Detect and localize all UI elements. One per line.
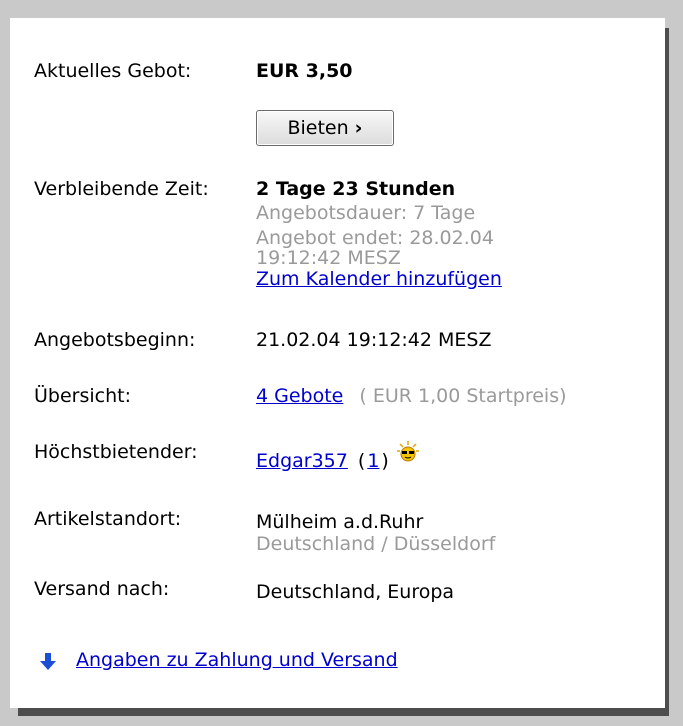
auction-end-line2: 19:12:42 MESZ	[256, 247, 401, 269]
auction-duration: Angebotsdauer: 7 Tage	[256, 202, 476, 224]
location-region: Deutschland / Düsseldorf	[256, 533, 496, 555]
location-label: Artikelstandort:	[34, 508, 182, 530]
feedback-score-link[interactable]: 1	[367, 450, 379, 472]
location-value: Mülheim a.d.Ruhr Deutschland / Düsseldor…	[256, 511, 495, 555]
new-member-sunglasses-icon[interactable]	[396, 441, 419, 463]
current-bid-label: Aktuelles Gebot:	[34, 60, 192, 82]
arrow-down-icon	[40, 653, 56, 670]
bid-history-link[interactable]: 4 Gebote	[256, 385, 343, 407]
bid-button-label: Bieten	[287, 117, 349, 139]
high-bidder-value: Edgar357 (1)	[256, 441, 419, 472]
overview-value: 4 Gebote ( EUR 1,00 Startpreis)	[256, 385, 567, 407]
feedback-open-paren: (	[357, 450, 366, 472]
high-bidder-name-link[interactable]: Edgar357	[256, 450, 348, 472]
location-city: Mülheim a.d.Ruhr	[256, 511, 424, 533]
bid-button-arrow-icon: ›	[354, 117, 363, 139]
time-left-label: Verbleibende Zeit:	[34, 178, 209, 200]
payment-shipping-link[interactable]: Angaben zu Zahlung und Versand	[76, 649, 398, 671]
time-left-value: 2 Tage 23 Stunden	[256, 178, 456, 200]
shipping-value: Deutschland, Europa	[256, 581, 455, 603]
current-bid-value: EUR 3,50	[256, 60, 353, 82]
feedback-close-paren: )	[381, 450, 389, 472]
start-price: ( EUR 1,00 Startpreis)	[359, 385, 567, 407]
add-to-calendar-link[interactable]: Zum Kalender hinzufügen	[256, 268, 502, 290]
shipping-label: Versand nach:	[34, 578, 170, 600]
start-value: 21.02.04 19:12:42 MESZ	[256, 329, 492, 351]
auction-end-line1: Angebot endet: 28.02.04	[256, 227, 494, 249]
high-bidder-label: Höchstbietender:	[34, 441, 198, 463]
item-info-panel: Aktuelles Gebot: EUR 3,50 Bieten › Verbl…	[10, 18, 665, 708]
bid-button[interactable]: Bieten ›	[256, 110, 394, 146]
time-left-details: 2 Tage 23 Stunden Angebotsdauer: 7 Tage …	[256, 178, 502, 290]
overview-label: Übersicht:	[34, 385, 131, 407]
start-label: Angebotsbeginn:	[34, 329, 196, 351]
